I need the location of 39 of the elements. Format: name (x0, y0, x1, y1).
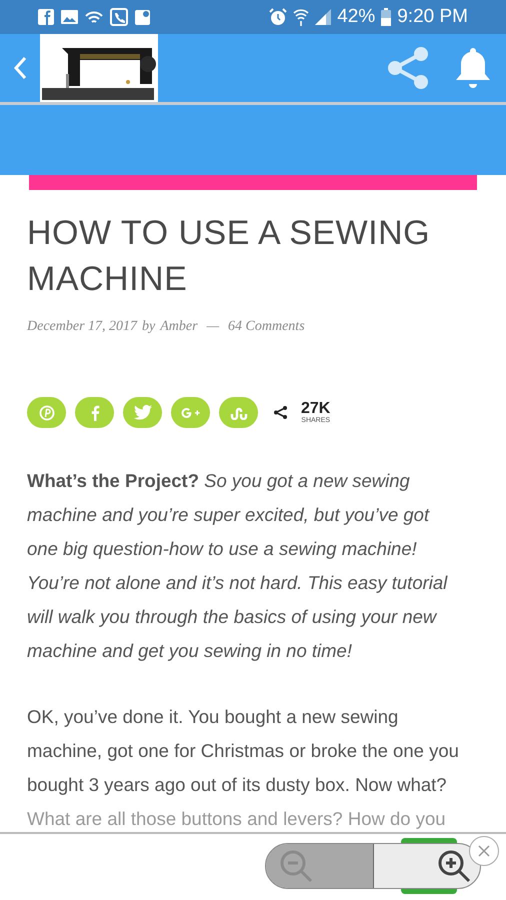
zoom-in-icon (436, 848, 472, 884)
author-link[interactable]: Amber (160, 316, 198, 337)
bird-icon (134, 405, 152, 420)
zoom-in-button[interactable] (374, 844, 480, 888)
pinterest-icon (38, 404, 54, 420)
article-paragraph: OK, you’ve done it. You bought a new sewing machine, got one for Christmas or broke the one you bought 3 years ago out of its dusty box. Now what? (27, 705, 460, 797)
comments-link[interactable]: 64 Comments (228, 316, 305, 337)
bell-icon (454, 46, 492, 90)
battery-percent: 42% (337, 4, 376, 29)
share-network-button[interactable] (123, 397, 162, 428)
facebook-icon (90, 404, 100, 420)
byline-word: by (142, 318, 156, 336)
share-network-button[interactable] (219, 397, 258, 428)
battery-icon (381, 8, 392, 26)
close-icon (478, 845, 490, 857)
facebook-icon (38, 9, 54, 25)
signal-icon (315, 9, 332, 25)
back-icon (13, 56, 27, 80)
post-date: December 17, 2017 (27, 318, 138, 336)
share-network-button[interactable] (75, 397, 114, 428)
zoom-out-icon (278, 848, 314, 884)
image-icon (61, 10, 78, 24)
faded-text-line: What are all those buttons and levers? How do you (27, 807, 447, 831)
wifi-icon (293, 8, 310, 26)
share-network-button[interactable] (27, 397, 66, 428)
share-count: 27K (301, 401, 330, 417)
share-network-button[interactable] (171, 397, 210, 428)
stumbleupon-icon (230, 406, 248, 420)
google-plus-icon (180, 406, 202, 420)
article-title: HOW TO USE A SEWING MACHINE (27, 213, 432, 300)
wifi-icon (85, 11, 103, 23)
alarm-icon (269, 8, 288, 26)
map-icon (135, 10, 150, 24)
share-icon (273, 405, 288, 420)
separator: — (206, 318, 220, 336)
article-paragraph: What’s the Project? So you got a new sewing machine and you’re super excited, but you’ve got one big question-how to use a sewing machine! You’re not alone and it’s not hard. This easy tutorial will walk you through the basics of using your new machine and get you sewing in no time! (27, 469, 449, 663)
share-icon (385, 45, 431, 91)
clock: 9:20 PM (397, 4, 468, 29)
phone-icon (110, 8, 128, 26)
